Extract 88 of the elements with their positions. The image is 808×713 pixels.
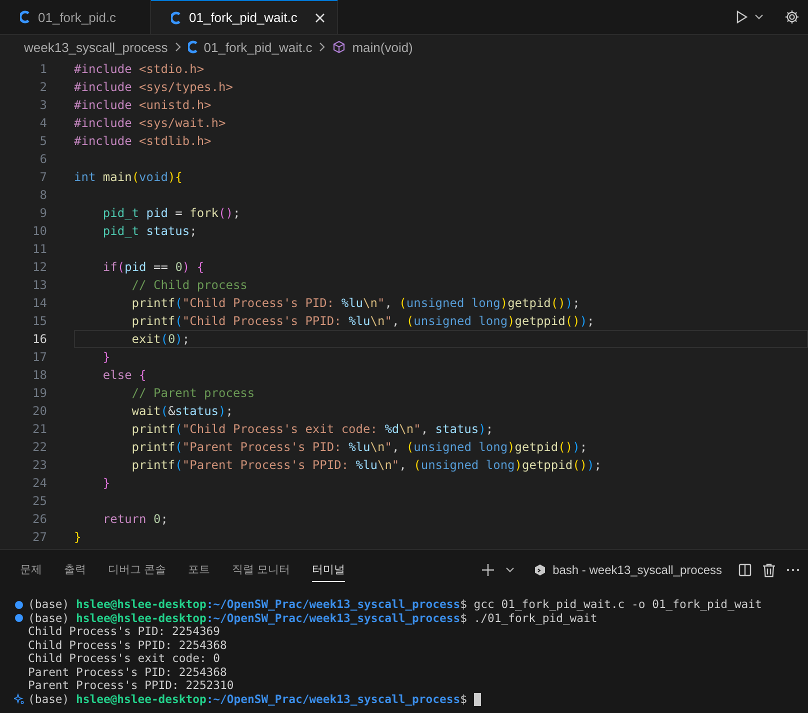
line-number: 22 xyxy=(32,439,47,456)
terminal-line: (base) hslee@hslee-desktop:~/OpenSW_Prac/week13_syscall_process$ gcc 01_fork_pid_wait.c -o 01_fork_pid_wait xyxy=(28,598,762,612)
sparkle-icon xyxy=(14,693,24,706)
line-number: 13 xyxy=(32,277,47,294)
close-icon[interactable] xyxy=(315,12,326,22)
line-number: 17 xyxy=(32,349,47,366)
line-number: 3 xyxy=(38,97,47,114)
panel-tab[interactable]: 직렬 모니터 xyxy=(232,558,290,582)
code-line: #include <sys/wait.h> xyxy=(74,115,227,132)
more-icon[interactable] xyxy=(786,568,800,572)
chevron-right-icon xyxy=(318,41,326,53)
run-icon[interactable] xyxy=(736,10,748,24)
code-line: printf("Parent Process's PPID: %lu\n", (unsigned long)getppid()); xyxy=(130,457,602,474)
code-line: exit(0); xyxy=(74,330,808,348)
code-line: } xyxy=(102,349,112,366)
line-number: 7 xyxy=(38,169,47,186)
panel-tab[interactable]: 포트 xyxy=(188,558,210,582)
editor-tab[interactable]: 01_fork_pid_wait.c xyxy=(151,0,338,34)
panel-tab[interactable]: 터미널 xyxy=(312,558,346,582)
line-number: 2 xyxy=(38,79,47,96)
c-file-icon xyxy=(171,10,181,24)
chevron-right-icon xyxy=(174,41,182,53)
line-number: 16 xyxy=(32,331,47,348)
code-line: if(pid == 0) { xyxy=(102,259,206,276)
code-line: int main(void){ xyxy=(74,169,184,186)
line-number: 25 xyxy=(32,493,47,510)
code-line: } xyxy=(74,529,82,546)
line-number: 26 xyxy=(32,511,47,528)
c-file-icon xyxy=(20,10,30,24)
line-number: 10 xyxy=(32,223,47,240)
line-number: 8 xyxy=(38,187,47,204)
status-dot-icon xyxy=(14,600,24,610)
code-line: // Child process xyxy=(130,277,248,294)
terminal-icon xyxy=(532,563,547,577)
code-line: printf("Child Process's PID: %lu\n", (unsigned long)getpid()); xyxy=(130,295,581,312)
code-line: else { xyxy=(102,367,148,384)
line-number: 12 xyxy=(32,259,47,276)
c-file-icon xyxy=(188,40,198,54)
code-line: #include <stdlib.h> xyxy=(74,133,212,150)
breadcrumb-item[interactable]: 01_fork_pid_wait.c xyxy=(204,40,312,54)
line-number: 24 xyxy=(32,475,47,492)
code-line: printf("Child Process's PPID: %lu\n", (unsigned long)getppid()); xyxy=(130,313,596,330)
cube-icon xyxy=(332,40,346,54)
trash-icon[interactable] xyxy=(762,562,776,578)
line-number: 1 xyxy=(38,61,47,78)
line-number: 21 xyxy=(32,421,47,438)
code-line: } xyxy=(102,475,112,492)
code-line: pid_t status; xyxy=(102,223,198,240)
terminal-line: Child Process's PID: 2254369 xyxy=(28,625,220,638)
gear-icon[interactable] xyxy=(784,9,800,25)
line-number: 19 xyxy=(32,385,47,402)
line-number: 15 xyxy=(32,313,47,330)
terminal-line: (base) hslee@hslee-desktop:~/OpenSW_Prac/week13_syscall_process$ ./01_fork_pid_wait xyxy=(28,612,598,625)
line-number: 9 xyxy=(38,205,47,222)
line-number: 4 xyxy=(38,115,47,132)
panel-tab[interactable]: 문제 xyxy=(20,558,42,582)
line-number: 11 xyxy=(32,241,47,258)
terminal-line: (base) hslee@hslee-desktop:~/OpenSW_Prac/week13_syscall_process$ xyxy=(28,692,468,706)
breadcrumb-item[interactable]: main(void) xyxy=(352,40,413,54)
panel-tab[interactable]: 출력 xyxy=(64,558,86,582)
line-number: 14 xyxy=(32,295,47,312)
breadcrumb-item[interactable]: week13_syscall_process xyxy=(24,40,168,54)
terminal-line: Parent Process's PID: 2254368 xyxy=(28,666,227,679)
status-dot-icon xyxy=(14,613,24,624)
split-icon[interactable] xyxy=(738,563,752,577)
terminal-selector[interactable]: bash - week13_syscall_process xyxy=(532,563,722,577)
code-line: return 0; xyxy=(102,511,169,528)
code-line: #include <stdio.h> xyxy=(74,61,206,78)
line-number: 23 xyxy=(32,457,47,474)
code-line: #include <sys/types.h> xyxy=(74,79,234,96)
code-line: // Parent process xyxy=(130,385,256,402)
line-number: 27 xyxy=(32,529,47,546)
line-number: 5 xyxy=(38,133,47,150)
plus-icon[interactable] xyxy=(480,563,495,577)
code-line: pid_t pid = fork(); xyxy=(102,205,242,222)
panel-tab[interactable]: 디버그 콘솔 xyxy=(108,558,166,582)
terminal-line: Child Process's PPID: 2254368 xyxy=(28,638,227,652)
line-number: 20 xyxy=(32,403,47,420)
terminal-line: Parent Process's PPID: 2252310 xyxy=(28,679,234,692)
code-line: printf("Child Process's exit code: %d\n", status); xyxy=(130,421,494,438)
code-line: wait(&status); xyxy=(130,403,234,420)
terminal-line: Child Process's exit code: 0 xyxy=(28,652,220,666)
chevron-down-icon[interactable] xyxy=(754,13,764,21)
line-number: 18 xyxy=(32,367,47,384)
line-number: 6 xyxy=(38,151,47,168)
code-line: printf("Parent Process's PID: %lu\n", (unsigned long)getpid()); xyxy=(130,439,588,456)
chevron-down-icon[interactable] xyxy=(504,566,515,574)
code-line: #include <unistd.h> xyxy=(74,97,212,114)
